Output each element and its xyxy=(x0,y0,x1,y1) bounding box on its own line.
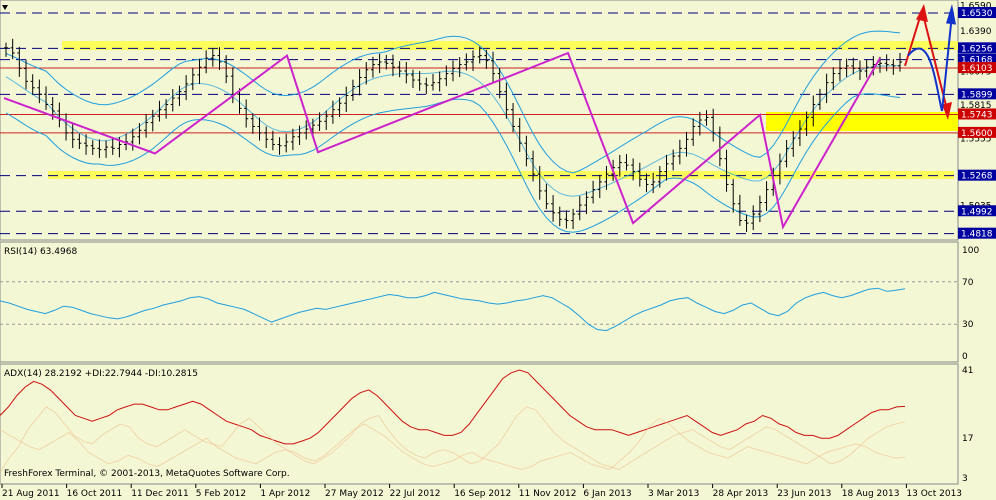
price-marker-label: 1.6256 xyxy=(961,44,993,54)
rsi-panel-frame xyxy=(0,241,959,363)
x-tick-label: 6 Jan 2013 xyxy=(583,489,631,499)
adx-panel-frame xyxy=(0,363,959,485)
adx-series-line-0 xyxy=(0,369,906,445)
x-tick-label: 28 Apr 2013 xyxy=(713,489,769,499)
x-tick-label: 11 Dec 2011 xyxy=(131,489,189,499)
x-tick-label: 27 May 2012 xyxy=(325,489,384,499)
rsi-layer xyxy=(0,281,958,332)
adx-tick-label: 17 xyxy=(962,434,973,444)
x-tick-label: 23 Jun 2013 xyxy=(777,489,831,499)
price-marker-label: 1.5600 xyxy=(961,129,993,139)
x-tick-label: 16 Oct 2011 xyxy=(67,489,123,499)
x-tick-label: 5 Feb 2012 xyxy=(196,489,246,499)
price-marker-label: 1.4818 xyxy=(961,230,993,240)
zigzag-line xyxy=(3,51,881,230)
price-marker-label: 1.5268 xyxy=(961,172,993,182)
adx-series-line-2 xyxy=(0,417,906,471)
x-tick-label: 21 Aug 2011 xyxy=(2,489,60,499)
blue-up-line xyxy=(941,14,953,112)
rsi-tick-label: 30 xyxy=(962,320,974,330)
blue-arrowhead-icon xyxy=(946,4,956,25)
rsi-tick-label: 100 xyxy=(962,246,979,256)
x-tick-label: 11 Nov 2012 xyxy=(519,489,577,499)
rsi-tick-label: 0 xyxy=(962,352,968,362)
window-marker-icon xyxy=(2,5,8,10)
rsi-tick-label: 70 xyxy=(962,278,974,288)
adx-layer xyxy=(0,369,906,473)
price-marker-label: 1.6530 xyxy=(961,9,993,19)
x-tick-label: 18 Aug 2013 xyxy=(842,489,900,499)
blue-down-curve xyxy=(907,47,943,112)
rsi-title: RSI(14) 63.4968 xyxy=(4,247,77,257)
copyright-footer: FreshForex Terminal, © 2001-2013, MetaQu… xyxy=(4,469,290,479)
support-band xyxy=(48,171,954,179)
price-marker-label: 1.4992 xyxy=(961,207,993,217)
x-tick-label: 22 Jul 2012 xyxy=(390,489,441,499)
x-tick-label: 13 Oct 2013 xyxy=(906,489,962,499)
x-tick-label: 3 Mar 2013 xyxy=(648,489,699,499)
price-marker-label: 1.5743 xyxy=(961,110,993,120)
forex-chart: 1.65901.65301.63901.62561.61681.61031.60… xyxy=(0,0,996,499)
price-tick-label: 1.6390 xyxy=(960,27,992,37)
adx-tick-label: 3 xyxy=(962,474,968,484)
adx-series-line-1 xyxy=(0,406,906,473)
price-marker-label: 1.6103 xyxy=(961,64,993,74)
price-marker-label: 1.5899 xyxy=(961,90,993,100)
x-tick-label: 16 Sep 2012 xyxy=(454,489,511,499)
bollinger-upper-line xyxy=(5,30,901,174)
x-tick-label: 1 Apr 2012 xyxy=(260,489,310,499)
adx-tick-label: 41 xyxy=(962,366,973,376)
adx-title: ADX(14) 28.2192 +DI:22.7944 -DI:10.2815 xyxy=(4,369,198,379)
